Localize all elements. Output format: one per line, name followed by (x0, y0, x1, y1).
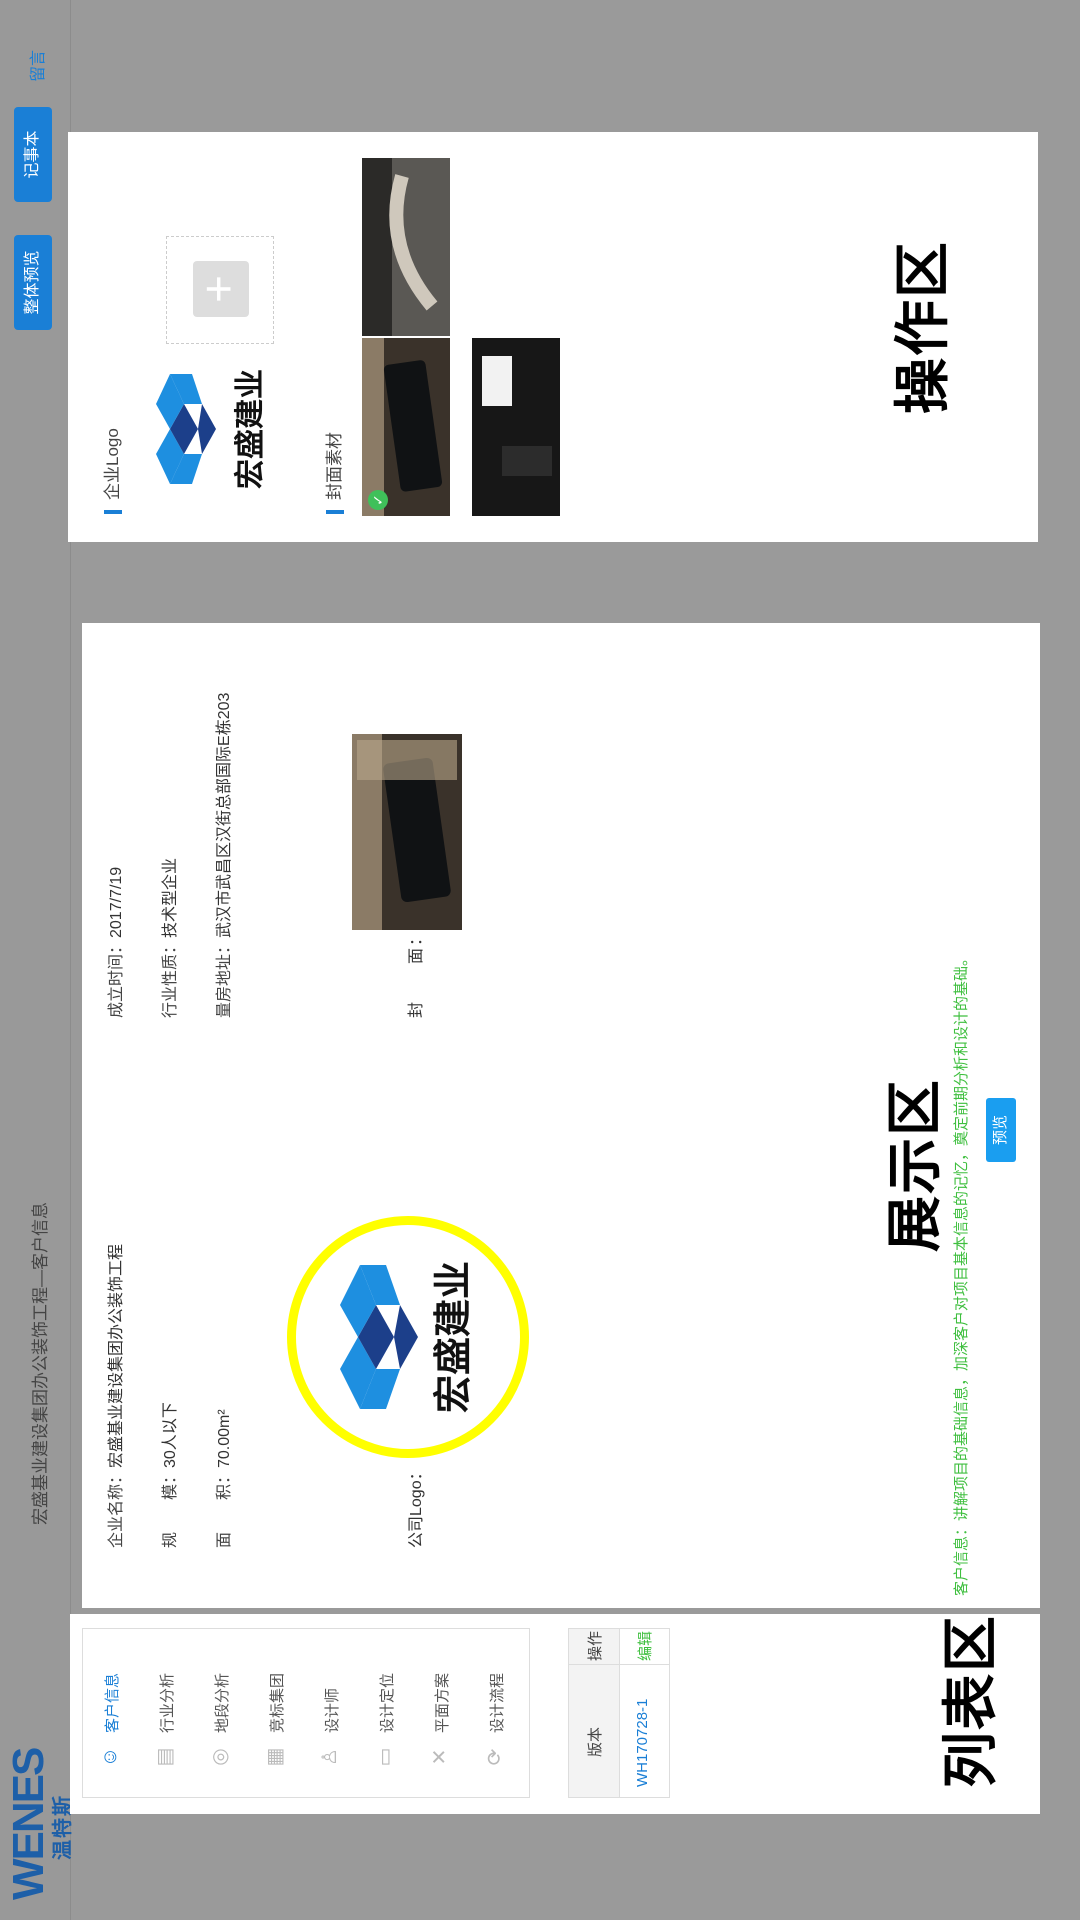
flow-icon: ⟳ (484, 1748, 506, 1766)
sidebar-item-label: 设计流程 (489, 1672, 506, 1733)
table-divider (569, 1664, 669, 1665)
nature-label: 行业性质： (162, 937, 179, 1018)
operation-panel: 企业Logo 宏盛建业 + 封面素材 ✓ 操作区 (68, 132, 1038, 542)
hongsheng-logo-icon: 宏盛建业 (156, 369, 268, 489)
sidebar-item-label: 竞标集团 (269, 1672, 286, 1733)
cover-photo-icon (472, 338, 560, 516)
sidebar-item-label: 平面方案 (434, 1672, 451, 1733)
company-name-row: 企业名称：宏盛基业建设集团办公装饰工程 (102, 1244, 126, 1548)
sidebar-item-7[interactable]: ⟳ 设计流程 (468, 1629, 523, 1797)
nature-value: 技术型企业 (162, 857, 179, 938)
founded-row: 成立时间：2017/7/19 (102, 867, 126, 1018)
display-panel: 企业名称：宏盛基业建设集团办公装饰工程 成立时间：2017/7/19 规 模：3… (82, 623, 1040, 1608)
list-zone-title: 列表区 (939, 1614, 1002, 1788)
cover-label: 封 面： (408, 927, 425, 1018)
action-column-header: 操作 (587, 1630, 604, 1661)
area-row: 面 积：70.00m² (210, 1409, 234, 1548)
sidebar-item-label: 设计定位 (379, 1672, 396, 1733)
notebook-button[interactable]: 记事本 (14, 107, 52, 202)
plus-icon: + (193, 261, 249, 317)
hint-text: 客户信息：讲解项目的基础信息，加深客户对项目基本信息的记忆，奠定前期分析和设计的… (953, 950, 970, 1596)
sidebar-nav: ☺ 客户信息 ▤ 行业分析 ◎ 地段分析 ▦ 竞标集团 ♙ 设计师 ▭ 设计定位 ✕ 平面方案 ⟳ 设计流程 (82, 1628, 530, 1798)
cover-photo-icon (362, 158, 450, 336)
rotated-stage: WENES 温特斯 宏盛基业建设集团办公装饰工程—客户信息 整体预览 记事本 留… (0, 0, 1080, 1920)
sidebar-item-label: 设计师 (324, 1687, 341, 1733)
operate-logo-preview: 宏盛建业 (140, 344, 290, 514)
address-value: 武汉市武昌区汉街总部国际E栋203 (216, 692, 233, 938)
version-column-header: 版本 (587, 1726, 604, 1757)
company-name-value: 宏盛基业建设集团办公装饰工程 (108, 1243, 125, 1468)
area-value: 70.00m² (216, 1409, 233, 1468)
hongsheng-logo-icon: 宏盛建业 (340, 1261, 475, 1413)
nature-row: 行业性质：技术型企业 (156, 858, 180, 1018)
edit-link[interactable]: 编辑 (634, 1631, 655, 1661)
user-icon: ☺ (99, 1746, 121, 1768)
area-label: 面 积： (216, 1467, 233, 1548)
chart-icon: ▤ (154, 1747, 176, 1767)
cover-image (352, 734, 462, 930)
founded-label: 成立时间： (108, 937, 125, 1018)
sidebar-item-5[interactable]: ▭ 设计定位 (358, 1629, 413, 1797)
list-panel: ☺ 客户信息 ▤ 行业分析 ◎ 地段分析 ▦ 竞标集团 ♙ 设计师 ▭ 设计定位 ✕ 平面方案 ⟳ 设计流程 … (70, 1614, 1040, 1814)
logo-text: 宏盛建业 (233, 369, 268, 489)
company-logo-image: 宏盛建业 (287, 1216, 529, 1458)
building-icon: ▦ (264, 1747, 286, 1767)
version-cell[interactable]: WH170728-1 (634, 1699, 651, 1787)
add-logo-button[interactable]: + (166, 236, 274, 344)
display-zone-title: 展示区 (883, 1078, 946, 1252)
sidebar-item-6[interactable]: ✕ 平面方案 (413, 1629, 468, 1797)
leave-note-link[interactable]: 留言 (24, 50, 48, 82)
sidebar-item-label: 行业分析 (159, 1672, 176, 1733)
cover-photo-icon (352, 734, 462, 930)
address-row: 量房地址：武汉市武昌区汉街总部国际E栋203 (210, 693, 234, 1018)
version-table: 版本 操作 WH170728-1 编辑 (568, 1628, 670, 1798)
address-label: 量房地址： (216, 937, 233, 1018)
founded-value: 2017/7/19 (108, 866, 125, 938)
overall-preview-button[interactable]: 整体预览 (14, 235, 52, 330)
sidebar-item-label: 客户信息 (104, 1672, 121, 1733)
location-icon: ◎ (209, 1748, 231, 1766)
scale-label: 规 模： (162, 1467, 179, 1548)
designer-icon: ♙ (319, 1748, 341, 1766)
scale-value: 30人以下 (162, 1402, 179, 1468)
logo-section-title: 企业Logo (103, 428, 122, 514)
sidebar-item-2[interactable]: ◎ 地段分析 (193, 1629, 248, 1797)
cover-section-title: 封面素材 (325, 432, 344, 514)
cover-thumb-1[interactable]: ✓ (362, 338, 450, 516)
operate-zone-title: 操作区 (891, 240, 954, 414)
cover-thumb-3[interactable] (472, 338, 560, 516)
check-icon: ✓ (368, 490, 388, 510)
top-bar: WENES 温特斯 宏盛基业建设集团办公装饰工程—客户信息 整体预览 记事本 留… (0, 0, 74, 1920)
logo-label: 公司Logo： (408, 1464, 425, 1548)
tools-icon: ✕ (429, 1748, 451, 1766)
logo-text: 宏盛建业 (431, 1261, 475, 1413)
document-icon: ▭ (374, 1747, 396, 1767)
company-name-label: 企业名称： (108, 1467, 125, 1548)
breadcrumb: 宏盛基业建设集团办公装饰工程—客户信息 (31, 1202, 50, 1525)
preview-button[interactable]: 预览 (986, 1098, 1016, 1162)
sidebar-item-1[interactable]: ▤ 行业分析 (138, 1629, 193, 1797)
sidebar-item-0[interactable]: ☺ 客户信息 (83, 1629, 138, 1797)
cover-thumb-2[interactable] (362, 158, 450, 336)
sidebar-item-4[interactable]: ♙ 设计师 (303, 1629, 358, 1797)
brand-logo: WENES 温特斯 (4, 1720, 74, 1900)
sidebar-item-label: 地段分析 (214, 1672, 231, 1733)
scale-row: 规 模：30人以下 (156, 1402, 180, 1548)
sidebar-item-3[interactable]: ▦ 竞标集团 (248, 1629, 303, 1797)
